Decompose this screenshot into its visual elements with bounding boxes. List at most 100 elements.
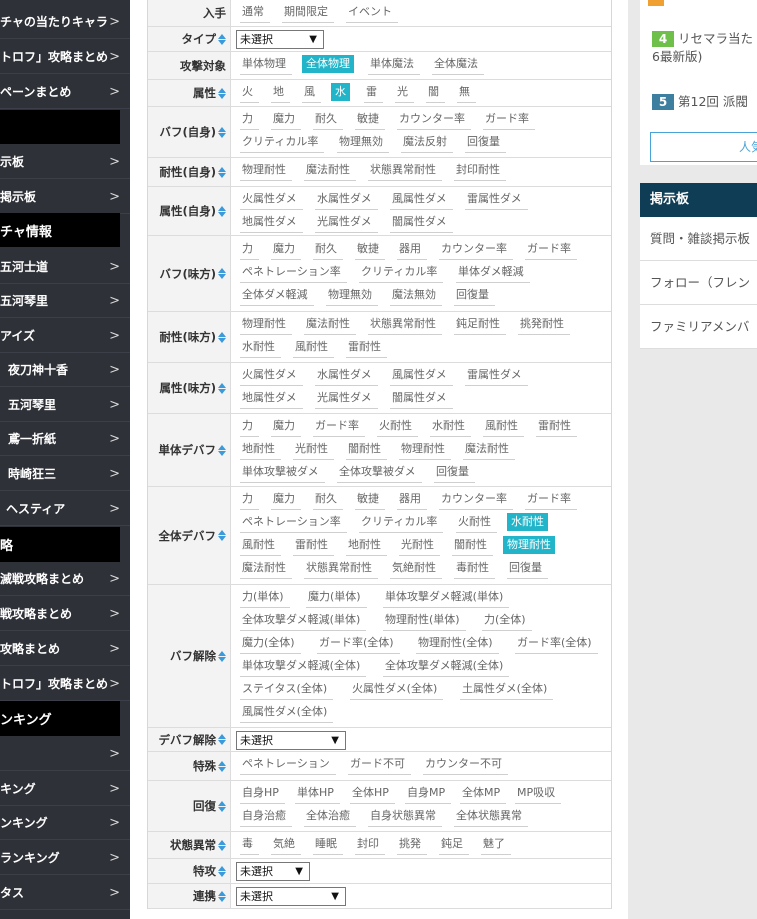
filter-chip[interactable]: 期間限定 — [280, 3, 334, 23]
sidebar-item[interactable]: チャの当たりキャラ > — [0, 5, 130, 39]
filter-chip[interactable]: 風 — [300, 83, 321, 103]
sort-icon[interactable] — [218, 865, 226, 877]
filter-chip[interactable]: カウンター率 — [437, 490, 513, 510]
filter-chip[interactable]: 風属性ダメ — [388, 190, 453, 210]
filter-chip[interactable]: 回復量 — [463, 133, 506, 153]
filter-chip[interactable]: 水属性ダメ — [313, 190, 378, 210]
filter-chip[interactable]: 風属性ダメ(全体) — [238, 703, 334, 723]
sidebar-item[interactable]: ンキング > — [0, 806, 130, 840]
filter-chip[interactable]: 回復量 — [452, 286, 495, 306]
filter-chip[interactable]: 魔法耐性 — [302, 315, 356, 335]
filter-chip[interactable]: 魔法耐性 — [302, 161, 356, 181]
filter-chip[interactable]: 睡眠 — [311, 835, 343, 855]
filter-chip[interactable]: 単体ダメ軽減 — [454, 263, 530, 283]
filter-chip[interactable]: 鈍足耐性 — [452, 315, 506, 335]
sidebar-item[interactable]: 夜刀神十香 > — [0, 353, 130, 387]
filter-chip[interactable]: 光属性ダメ — [313, 213, 378, 233]
filter-chip[interactable]: 単体物理 — [238, 55, 292, 75]
filter-chip[interactable]: 器用 — [395, 240, 427, 260]
filter-chip[interactable]: 地属性ダメ — [238, 213, 303, 233]
filter-chip[interactable]: 単体攻撃ダメ軽減(全体) — [238, 657, 367, 677]
filter-chip[interactable]: ガード率(全体) — [513, 634, 598, 654]
filter-chip[interactable]: 水 — [331, 83, 350, 101]
filter-chip[interactable]: 雷耐性 — [291, 536, 334, 556]
filter-chip[interactable]: 全体治癒 — [302, 807, 356, 827]
sidebar-item[interactable]: 示板 > — [0, 145, 130, 179]
filter-chip[interactable]: 火属性ダメ(全体) — [348, 680, 444, 700]
filter-chip[interactable]: 状態異常耐性 — [366, 315, 442, 335]
filter-chip[interactable]: 物理無効 — [335, 133, 389, 153]
sidebar-item[interactable]: トロフ」攻略まとめ > — [0, 667, 130, 701]
filter-chip[interactable]: カウンター率 — [437, 240, 513, 260]
filter-chip[interactable]: 敏捷 — [353, 240, 385, 260]
filter-chip[interactable]: 火耐性 — [375, 417, 418, 437]
filter-chip[interactable]: 風耐性 — [238, 536, 281, 556]
sidebar-item[interactable]: 掲示板 > — [0, 180, 130, 214]
filter-select[interactable]: 未選択 ▼ — [236, 887, 346, 906]
sort-icon[interactable] — [218, 760, 226, 772]
filter-chip[interactable]: 自身状態異常 — [366, 807, 442, 827]
sidebar-item[interactable]: キング > — [0, 772, 130, 806]
filter-chip[interactable]: 光耐性 — [291, 440, 334, 460]
sort-icon[interactable] — [218, 839, 226, 851]
filter-chip[interactable]: 物理耐性 — [503, 536, 555, 554]
bulletin-item[interactable]: フォロー（フレン — [640, 261, 757, 305]
filter-chip[interactable]: 状態異常耐性 — [302, 559, 378, 579]
sort-icon[interactable] — [218, 530, 226, 541]
filter-chip[interactable]: ガード率 — [481, 110, 535, 130]
sort-icon[interactable] — [218, 205, 226, 217]
filter-chip[interactable]: 闇 — [424, 83, 445, 103]
filter-chip[interactable]: 闇耐性 — [450, 536, 493, 556]
filter-chip[interactable]: 力(全体) — [480, 611, 532, 631]
filter-chip[interactable]: 力 — [238, 417, 259, 437]
filter-chip[interactable]: 光属性ダメ — [313, 389, 378, 409]
filter-chip[interactable]: 挑発 — [395, 835, 427, 855]
filter-chip[interactable]: 単体攻撃被ダメ — [238, 463, 325, 483]
filter-chip[interactable]: 魔法反射 — [399, 133, 453, 153]
filter-chip[interactable]: 水耐性 — [507, 513, 548, 531]
filter-chip[interactable]: イベント — [344, 3, 398, 23]
filter-chip[interactable]: 水属性ダメ — [313, 366, 378, 386]
filter-chip[interactable]: 魔力 — [269, 417, 301, 437]
filter-chip[interactable]: 魔力(単体) — [304, 588, 367, 608]
sort-icon[interactable] — [218, 166, 226, 178]
filter-chip[interactable]: 敏捷 — [353, 110, 385, 130]
sort-icon[interactable] — [218, 650, 226, 662]
filter-chip[interactable]: 火 — [238, 83, 259, 103]
filter-chip[interactable]: 回復量 — [505, 559, 548, 579]
sidebar-item[interactable]: > — [0, 737, 130, 771]
sidebar-item[interactable]: タス > — [0, 876, 130, 910]
filter-chip[interactable]: 闇耐性 — [344, 440, 387, 460]
filter-chip[interactable]: ガード率(全体) — [315, 634, 400, 654]
filter-chip[interactable]: 雷属性ダメ — [463, 190, 528, 210]
sidebar-item[interactable]: 鳶一折紙 > — [0, 422, 130, 456]
filter-chip[interactable]: 全体攻撃ダメ軽減(全体) — [381, 657, 510, 677]
filter-chip[interactable]: 鈍足 — [437, 835, 469, 855]
filter-chip[interactable]: 気絶耐性 — [388, 559, 442, 579]
filter-chip[interactable]: 光 — [393, 83, 414, 103]
bulletin-item[interactable]: ファミリアメンバ — [640, 305, 757, 349]
filter-chip[interactable]: 魔力 — [269, 490, 301, 510]
filter-chip[interactable]: 全体HP — [348, 784, 395, 804]
filter-chip[interactable]: 封印耐性 — [452, 161, 506, 181]
filter-chip[interactable]: 魔力(全体) — [238, 634, 301, 654]
filter-chip[interactable]: 風属性ダメ — [388, 366, 453, 386]
filter-chip[interactable]: 自身HP — [238, 784, 285, 804]
filter-chip[interactable]: クリティカル率 — [357, 513, 444, 533]
filter-select[interactable]: 未選択 ▼ — [236, 862, 310, 881]
filter-chip[interactable]: ペネトレーション — [238, 755, 336, 775]
filter-chip[interactable]: ペネトレーション率 — [238, 263, 347, 283]
filter-chip[interactable]: 物理耐性 — [238, 161, 292, 181]
sidebar-item[interactable]: 攻略まとめ > — [0, 632, 130, 666]
filter-chip[interactable]: 力 — [238, 110, 259, 130]
filter-chip[interactable]: 力 — [238, 240, 259, 260]
filter-chip[interactable]: 全体魔法 — [430, 55, 484, 75]
sort-icon[interactable] — [218, 382, 226, 394]
sidebar-item[interactable]: 五河士道 > — [0, 250, 130, 284]
filter-chip[interactable]: 土属性ダメ(全体) — [458, 680, 554, 700]
filter-chip[interactable]: 雷耐性 — [344, 338, 387, 358]
filter-chip[interactable]: 雷属性ダメ — [463, 366, 528, 386]
sidebar-item[interactable]: ペーンまとめ > — [0, 75, 130, 109]
filter-chip[interactable]: 魔法耐性 — [461, 440, 515, 460]
filter-chip[interactable]: 全体物理 — [302, 55, 354, 73]
